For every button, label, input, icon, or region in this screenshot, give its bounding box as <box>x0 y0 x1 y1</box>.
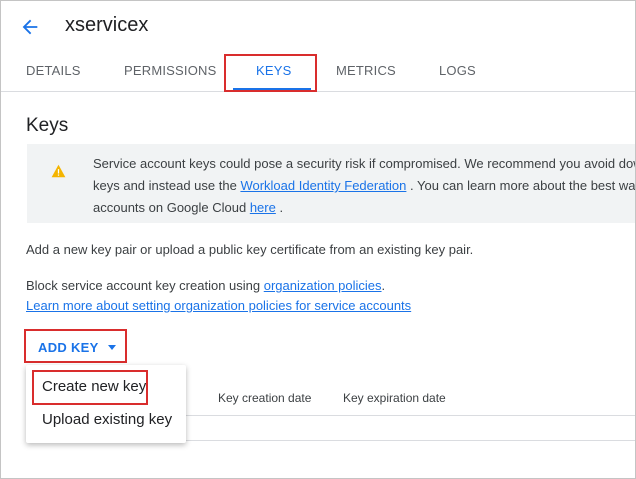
warning-line-2: keys and instead use the Workload Identi… <box>93 175 636 197</box>
add-key-highlight <box>24 329 127 363</box>
warning-line-3: accounts on Google Cloud here . <box>93 197 635 219</box>
best-practices-here-link[interactable]: here <box>250 200 276 215</box>
workload-identity-federation-link[interactable]: Workload Identity Federation <box>240 178 406 193</box>
warning-line-2-prefix: keys and instead use the <box>93 178 241 193</box>
tab-metrics[interactable]: METRICS <box>336 51 396 91</box>
menu-item-upload-existing-key[interactable]: Upload existing key <box>26 405 186 435</box>
back-button[interactable] <box>19 16 41 38</box>
organization-policies-link[interactable]: organization policies <box>264 278 382 293</box>
warning-icon <box>51 164 66 178</box>
warning-line-1: Service account keys could pose a securi… <box>93 156 636 171</box>
tab-bar: DETAILS PERMISSIONS KEYS METRICS LOGS <box>1 51 635 92</box>
create-key-highlight <box>32 370 148 405</box>
arrow-back-icon <box>22 19 38 35</box>
column-key-expiration-date: Key expiration date <box>343 391 446 405</box>
tab-logs[interactable]: LOGS <box>439 51 476 91</box>
policy-prefix: Block service account key creation using <box>26 278 264 293</box>
keys-tab-highlight <box>224 54 317 92</box>
learn-more-policies-link[interactable]: Learn more about setting organization po… <box>26 298 411 313</box>
security-warning-banner: Service account keys could pose a securi… <box>27 144 636 223</box>
page-frame: xservicex DETAILS PERMISSIONS KEYS METRI… <box>0 0 636 479</box>
page-title-service-account: xservicex <box>65 14 149 36</box>
section-title: Keys <box>26 115 69 136</box>
warning-text: Service account keys could pose a securi… <box>93 153 636 219</box>
policy-text: Block service account key creation using… <box>26 278 385 293</box>
column-key-creation-date: Key creation date <box>218 391 312 405</box>
warning-line-3-suffix: . <box>275 200 284 215</box>
tab-permissions[interactable]: PERMISSIONS <box>124 51 217 91</box>
warning-line-3-prefix: accounts on Google Cloud <box>93 200 250 215</box>
page-header: xservicex <box>1 1 635 51</box>
policy-suffix: . <box>381 278 386 293</box>
warning-line-2-suffix: . You can learn more about the best way <box>406 178 636 193</box>
tab-details[interactable]: DETAILS <box>26 51 81 91</box>
learn-more-policies: Learn more about setting organization po… <box>26 298 411 313</box>
keys-description: Add a new key pair or upload a public ke… <box>26 242 474 257</box>
